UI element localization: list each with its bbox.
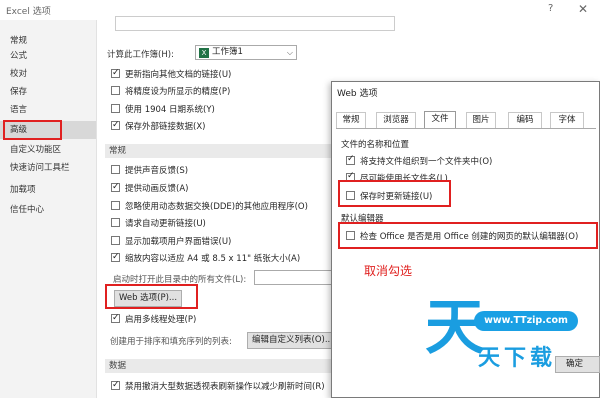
dialog-tabs: 常规 浏览器 文件 图片 编码 字体 [336,111,596,129]
checkbox[interactable] [111,312,120,324]
checkbox[interactable] [111,165,120,174]
checkbox[interactable] [111,218,120,227]
calc-workbook-label: 计算此工作簿(H): [107,50,174,60]
opt-organize-folder[interactable]: 将支持文件组织到一个文件夹中(O) [346,154,492,167]
web-options-highlight-box [105,284,198,309]
tab-general[interactable]: 常规 [336,112,366,128]
watermark-glyph: 天 [425,293,485,363]
edit-custom-lists-button[interactable]: 编辑自定义列表(O)... [247,332,335,349]
startup-folder-input[interactable] [254,270,334,285]
sort-list-label: 创建用于排序和填充序列的列表: [110,337,232,347]
checkbox[interactable] [111,119,120,131]
tab-encoding[interactable]: 编码 [508,112,542,128]
checkbox[interactable] [111,67,120,79]
tab-pictures[interactable]: 图片 [466,112,496,128]
opt-request-update[interactable]: 请求自动更新链接(U) [111,218,206,232]
opt-animation-feedback[interactable]: 提供动画反馈(A) [111,181,188,197]
tab-files[interactable]: 文件 [424,111,456,129]
checkbox[interactable] [346,154,355,165]
chevron-down-icon: ⌵ [286,48,293,57]
sidebar-item-proofing[interactable]: 校对 [0,65,96,83]
checkbox[interactable] [111,236,120,245]
opt-sound-feedback[interactable]: 提供声音反馈(S) [111,165,188,179]
update-links-highlight-box [338,180,451,207]
sidebar-item-language[interactable]: 语言 [0,101,96,119]
sidebar-item-customize-ribbon[interactable]: 自定义功能区 [0,141,96,159]
watermark-text: 天下载 [478,346,557,371]
help-button[interactable]: ? [548,3,553,14]
uncheck-annotation: 取消勾选 [364,264,413,278]
opt-addin-errors[interactable]: 显示加载项用户界面错误(U) [111,236,231,250]
advanced-highlight-box [3,120,62,140]
window-title: Excel 选项 [6,7,51,17]
opt-save-external[interactable]: 保存外部链接数据(X) [111,119,205,135]
opt-scale-a4[interactable]: 缩放内容以适应 A4 或 8.5 x 11" 纸张大小(A) [111,251,300,267]
checkbox[interactable] [111,251,120,263]
tab-panel-border [336,128,596,129]
excel-workbook-icon: X [199,48,209,58]
ok-button[interactable]: 确定 [555,356,600,373]
workbook-select[interactable]: X 工作簿1 ⌵ [195,45,297,60]
checkbox[interactable] [111,86,120,95]
sidebar-item-save[interactable]: 保存 [0,83,96,101]
checkbox[interactable] [111,201,120,210]
opt-disable-undo-pivot[interactable]: 禁用撤消大型数据透视表刷新操作以减少刷新时间(R) [111,379,325,395]
checkbox[interactable] [111,181,120,193]
sidebar-item-trust-center[interactable]: 信任中心 [0,201,96,219]
sidebar-item-formulas[interactable]: 公式 [0,47,96,65]
tab-fonts[interactable]: 字体 [550,112,584,128]
options-sidebar: 常规 公式 校对 保存 语言 高级 自定义功能区 快速访问工具栏 加载项 信任中… [0,20,96,398]
opt-precision[interactable]: 将精度设为所显示的精度(P) [111,86,230,100]
top-cut-dropdown[interactable] [115,16,395,31]
file-names-group-label: 文件的名称和位置 [341,140,410,150]
opt-update-links[interactable]: 更新指向其他文档的链接(U) [111,67,231,83]
checkbox[interactable] [111,104,120,113]
opt-multithread[interactable]: 启用多线程处理(P) [111,312,196,328]
default-editor-highlight-box [338,222,598,249]
sidebar-item-addins[interactable]: 加载项 [0,181,96,199]
close-button[interactable]: ✕ [578,2,588,16]
opt-1904[interactable]: 使用 1904 日期系统(Y) [111,104,215,118]
tab-browser[interactable]: 浏览器 [376,112,416,128]
watermark-url: www.TTzip.com [474,311,578,331]
workbook-name: 工作簿1 [212,47,243,57]
opt-ignore-dde[interactable]: 忽略使用动态数据交换(DDE)的其他应用程序(O) [111,201,308,215]
checkbox[interactable] [111,379,120,391]
dialog-title: Web 选项 [337,89,378,99]
sidebar-item-quick-access[interactable]: 快速访问工具栏 [0,159,96,177]
